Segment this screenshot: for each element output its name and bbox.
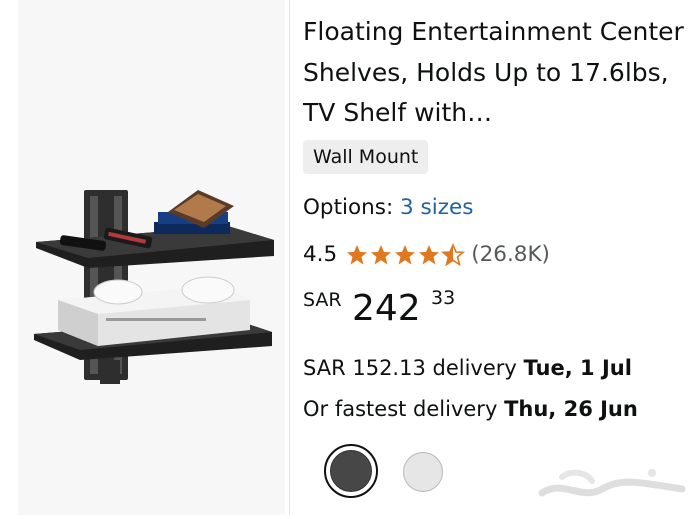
delivery-info: SAR 152.13 delivery Tue, 1 Jul	[303, 353, 632, 383]
product-title[interactable]: Floating Entertainment Center Shelves, H…	[303, 12, 688, 134]
shelf-illustration	[34, 190, 274, 384]
fastest-text: Or fastest delivery	[303, 397, 498, 421]
panel-divider	[289, 0, 290, 515]
star-full-icon	[395, 245, 416, 265]
rating-row[interactable]: 4.5 (26.8K)	[303, 240, 550, 270]
price-currency: SAR	[303, 289, 342, 311]
rating-value: 4.5	[303, 242, 338, 267]
style-badge: Wall Mount	[303, 140, 429, 174]
delivery-text: SAR 152.13 delivery	[303, 356, 517, 380]
fastest-date: Thu, 26 Jun	[504, 397, 638, 421]
options-sizes-link[interactable]: 3 sizes	[400, 195, 473, 220]
star-full-icon	[347, 245, 368, 265]
delivery-date: Tue, 1 Jul	[523, 356, 632, 380]
star-rating	[345, 243, 466, 267]
fastest-delivery-info: Or fastest delivery Thu, 26 Jun	[303, 394, 638, 424]
price-whole: 242	[352, 288, 421, 329]
review-count[interactable]: (26.8K)	[471, 240, 550, 270]
options-row: Options: 3 sizes	[303, 193, 473, 223]
star-half-icon	[441, 243, 466, 267]
options-label: Options:	[303, 195, 394, 220]
price-fraction: 33	[431, 287, 456, 309]
star-full-icon	[371, 245, 392, 265]
color-swatch-black[interactable]	[324, 444, 378, 498]
haraj-logo	[532, 459, 692, 511]
swatch-black-fill	[330, 450, 372, 492]
product-image[interactable]	[18, 0, 285, 515]
star-full-icon	[419, 245, 440, 265]
color-swatch-white[interactable]	[403, 452, 443, 492]
